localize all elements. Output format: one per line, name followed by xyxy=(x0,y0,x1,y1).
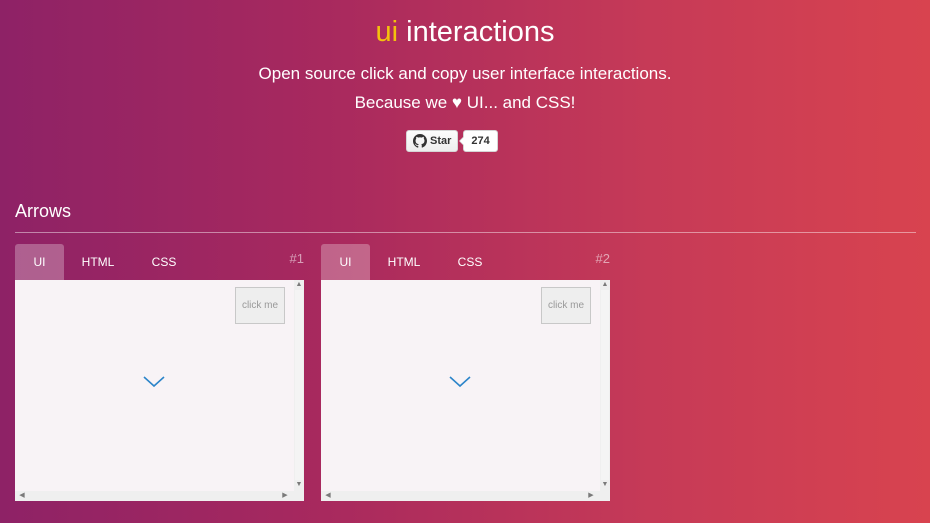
chevron-down-icon xyxy=(449,376,471,388)
horizontal-scrollbar[interactable]: ◀ ▶ xyxy=(15,491,304,501)
card-tabs: UI HTML CSS xyxy=(321,244,502,280)
tab-ui[interactable]: UI xyxy=(15,244,64,280)
section-title: Arrows xyxy=(15,201,72,221)
title-rest: interactions xyxy=(398,16,555,48)
demo-card-2: UI HTML CSS #2 click me ▲ ▼ ◀ ▶ xyxy=(321,244,610,501)
github-star-label: Star xyxy=(430,135,452,147)
github-star-button[interactable]: Star xyxy=(406,130,459,152)
demo-card-1: UI HTML CSS #1 click me ▲ ▼ ◀ ▶ xyxy=(15,244,304,501)
click-me-button[interactable]: click me xyxy=(235,287,285,324)
tab-ui[interactable]: UI xyxy=(321,244,370,280)
vertical-scrollbar[interactable]: ▲ ▼ xyxy=(600,280,610,491)
tagline-line-1: Open source click and copy user interfac… xyxy=(258,64,672,83)
chevron-down-icon xyxy=(143,376,165,388)
vertical-scrollbar[interactable]: ▲ ▼ xyxy=(294,280,304,491)
tab-css[interactable]: CSS xyxy=(438,244,502,280)
tagline-line-2: Because we ♥ UI... and CSS! xyxy=(354,93,576,112)
horizontal-scrollbar[interactable]: ◀ ▶ xyxy=(321,491,610,501)
title-accent: ui xyxy=(375,16,399,48)
click-me-button[interactable]: click me xyxy=(541,287,591,324)
scrollbar-thumb[interactable] xyxy=(601,290,609,480)
scroll-right-icon[interactable]: ▶ xyxy=(586,491,596,501)
scroll-left-icon[interactable]: ◀ xyxy=(323,491,333,501)
scrollbar-thumb[interactable] xyxy=(295,290,303,480)
tab-html[interactable]: HTML xyxy=(370,244,438,280)
card-tabs: UI HTML CSS xyxy=(15,244,196,280)
github-icon xyxy=(413,134,427,148)
demo-frame: click me ▲ ▼ ◀ ▶ xyxy=(321,280,610,501)
scroll-right-icon[interactable]: ▶ xyxy=(280,491,290,501)
scroll-up-icon[interactable]: ▲ xyxy=(600,280,610,290)
scroll-down-icon[interactable]: ▼ xyxy=(294,480,304,490)
card-number: #1 xyxy=(289,251,304,266)
tab-css[interactable]: CSS xyxy=(132,244,196,280)
section-divider xyxy=(15,232,916,233)
tab-html[interactable]: HTML xyxy=(64,244,132,280)
scroll-down-icon[interactable]: ▼ xyxy=(600,480,610,490)
page-title: ui interactions xyxy=(0,14,930,50)
demo-frame: click me ▲ ▼ ◀ ▶ xyxy=(15,280,304,501)
scroll-left-icon[interactable]: ◀ xyxy=(17,491,27,501)
github-star-count[interactable]: 274 xyxy=(459,130,498,152)
scroll-up-icon[interactable]: ▲ xyxy=(294,280,304,290)
card-number: #2 xyxy=(595,251,610,266)
github-star-widget: Star 274 xyxy=(406,130,498,152)
